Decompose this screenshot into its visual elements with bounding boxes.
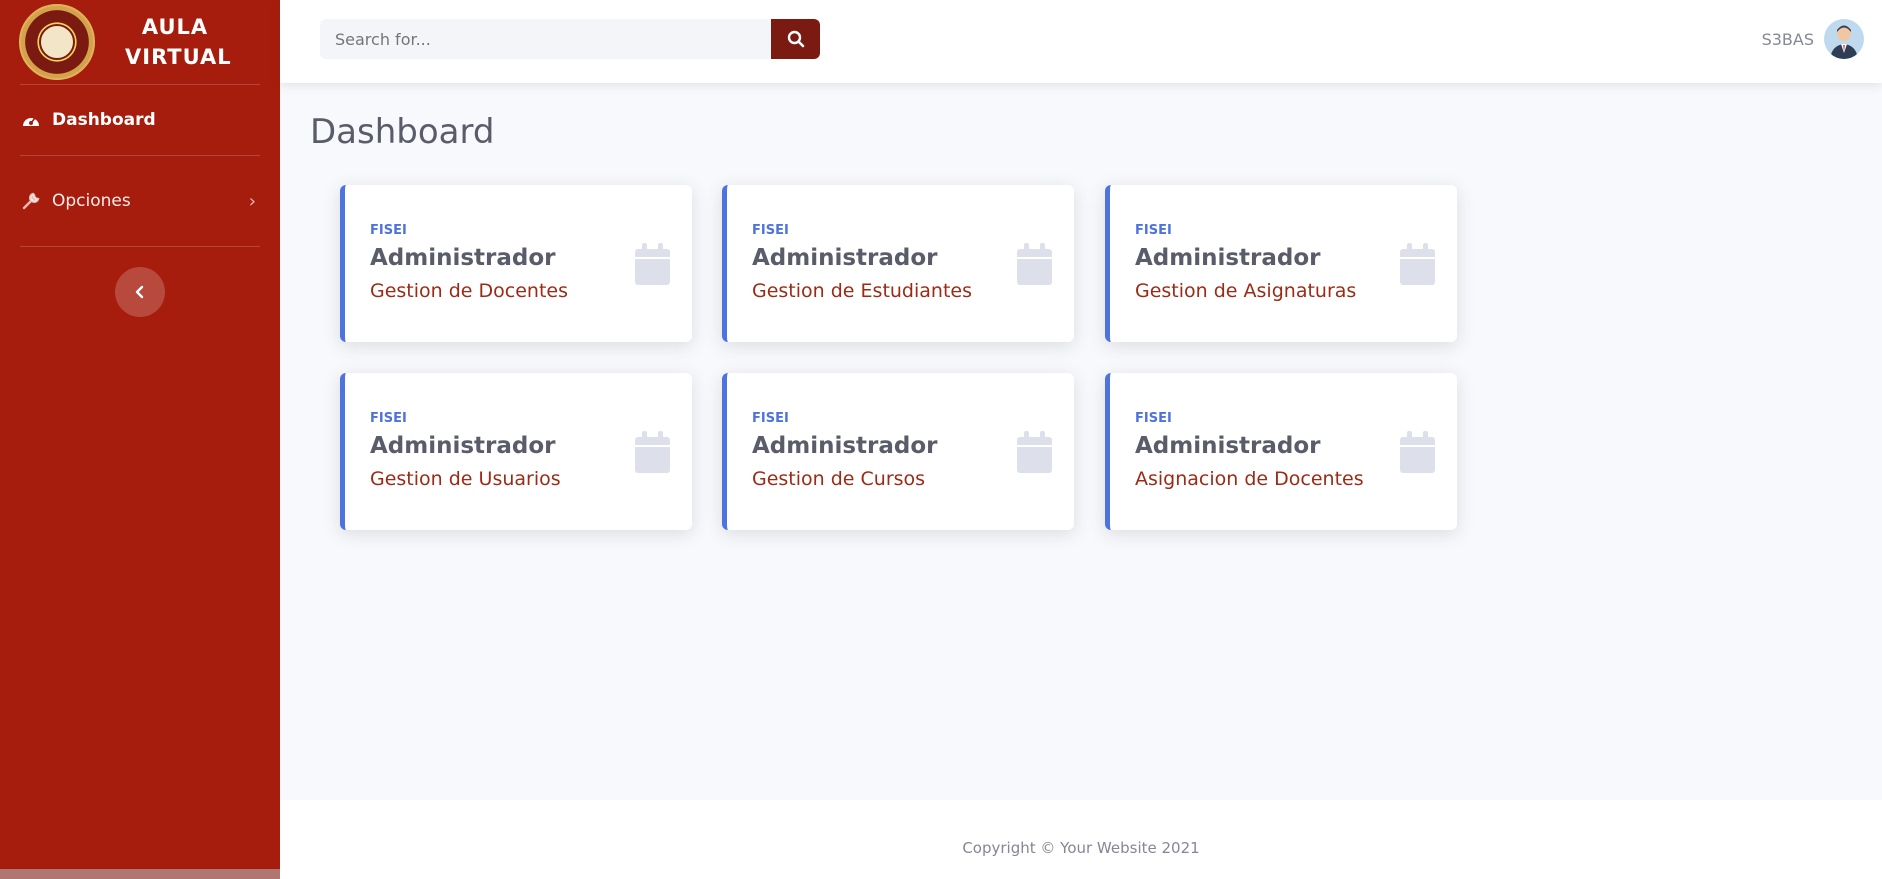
calendar-icon [635, 431, 670, 473]
card-role: Administrador [1135, 245, 1321, 271]
card-description: Gestion de Docentes [370, 280, 569, 302]
copyright-text: Copyright © Your Website 2021 [962, 839, 1200, 857]
card-label: FISEI [370, 411, 407, 426]
card-description: Asignacion de Docentes [1135, 468, 1364, 490]
user-name: S3BAS [1761, 29, 1814, 49]
card-gestion-cursos[interactable]: FISEI Administrador Gestion de Cursos [722, 373, 1074, 530]
search-button[interactable] [771, 19, 820, 59]
card-label: FISEI [752, 411, 789, 426]
brand-title: AULA VIRTUAL [125, 12, 232, 72]
avatar [1824, 19, 1864, 59]
footer: Copyright © Your Website 2021 [280, 800, 1882, 879]
topbar: S3BAS [280, 0, 1882, 83]
brand-line-2: VIRTUAL [125, 45, 232, 69]
card-role: Administrador [370, 433, 556, 459]
search-icon [787, 30, 804, 48]
card-description: Gestion de Asignaturas [1135, 280, 1357, 302]
card-role: Administrador [370, 245, 556, 271]
calendar-icon [1017, 243, 1052, 285]
sidebar-brand[interactable]: AULA VIRTUAL [0, 0, 280, 84]
university-logo [19, 4, 95, 80]
calendar-icon [1017, 431, 1052, 473]
calendar-icon [635, 243, 670, 285]
sidebar-item-dashboard[interactable]: Dashboard [0, 85, 280, 155]
sidebar-divider [20, 246, 260, 247]
brand-line-1: AULA [141, 15, 209, 39]
card-role: Administrador [1135, 433, 1321, 459]
sidebar-item-label: Dashboard [52, 110, 156, 130]
card-role: Administrador [752, 245, 938, 271]
chevron-right-icon: › [248, 190, 256, 212]
tachometer-icon [20, 109, 42, 131]
card-label: FISEI [752, 223, 789, 238]
sidebar-toggle-button[interactable] [115, 267, 165, 317]
calendar-icon [1400, 243, 1435, 285]
card-asignacion-docentes[interactable]: FISEI Administrador Asignacion de Docent… [1105, 373, 1457, 530]
card-label: FISEI [370, 223, 407, 238]
card-label: FISEI [1135, 411, 1172, 426]
wrench-icon [20, 190, 42, 212]
calendar-icon [1400, 431, 1435, 473]
card-description: Gestion de Estudiantes [752, 280, 972, 302]
card-description: Gestion de Cursos [752, 468, 926, 490]
search-form [320, 19, 820, 59]
card-description: Gestion de Usuarios [370, 468, 561, 490]
page-title: Dashboard [310, 112, 495, 152]
card-gestion-estudiantes[interactable]: FISEI Administrador Gestion de Estudiant… [722, 185, 1074, 342]
card-label: FISEI [1135, 223, 1172, 238]
sidebar-item-label: Opciones [52, 191, 131, 211]
user-menu[interactable]: S3BAS [1762, 19, 1864, 59]
sidebar: AULA VIRTUAL Dashboard Opciones › [0, 0, 352, 879]
sidebar-item-opciones[interactable]: Opciones › [0, 156, 280, 246]
card-role: Administrador [752, 433, 938, 459]
chevron-left-icon [135, 285, 144, 299]
search-input[interactable] [320, 19, 771, 59]
card-gestion-usuarios[interactable]: FISEI Administrador Gestion de Usuarios [340, 373, 692, 530]
card-gestion-asignaturas[interactable]: FISEI Administrador Gestion de Asignatur… [1105, 185, 1457, 342]
card-gestion-docentes[interactable]: FISEI Administrador Gestion de Docentes [340, 185, 692, 342]
